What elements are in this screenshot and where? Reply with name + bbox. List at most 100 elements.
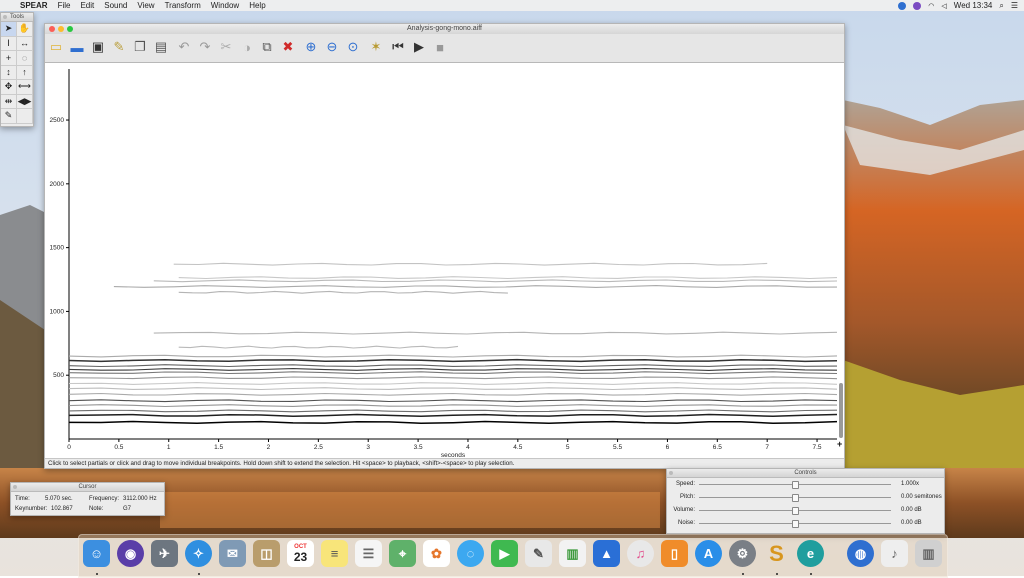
numbers-icon[interactable]: ▥ bbox=[559, 540, 586, 567]
books-icon[interactable]: ▯ bbox=[661, 540, 688, 567]
menu-spear[interactable]: SPEAR bbox=[20, 1, 48, 10]
undo-icon[interactable]: ↶ bbox=[176, 38, 192, 56]
export-icon[interactable]: ✎ bbox=[111, 38, 127, 56]
menu-view[interactable]: View bbox=[137, 1, 154, 10]
redo-icon[interactable]: ↷ bbox=[197, 38, 213, 56]
noise-slider[interactable] bbox=[699, 520, 891, 528]
compress-tool-icon[interactable]: ⇹ bbox=[1, 94, 17, 109]
notes-icon[interactable]: ≡ bbox=[321, 540, 348, 567]
spear-app-icon[interactable]: S bbox=[763, 540, 790, 567]
partial-track bbox=[68, 382, 838, 385]
controls-close-button[interactable] bbox=[669, 471, 673, 475]
open-folder-icon[interactable]: ▬ bbox=[69, 38, 85, 56]
partials-canvas[interactable]: 500 1000 1500 2000 2500 0 0.5 1 1.5 2 2.5 3 3.5 4 4.5 5… bbox=[45, 63, 844, 460]
system-preferences-icon[interactable]: ⚙ bbox=[729, 540, 756, 567]
status-app-icon-2[interactable] bbox=[913, 1, 922, 10]
siri-icon[interactable]: ◉ bbox=[117, 540, 144, 567]
speed-slider[interactable] bbox=[699, 481, 891, 489]
menu-clock[interactable]: Wed 13:34 bbox=[954, 1, 993, 10]
messages-icon[interactable]: ◌ bbox=[457, 540, 484, 567]
trash-icon[interactable]: ▥ bbox=[915, 540, 942, 567]
x-tick-label: 4 bbox=[466, 444, 470, 451]
empty-tool-slot bbox=[17, 109, 33, 124]
partial-track bbox=[153, 279, 838, 283]
launchpad-icon[interactable]: ✈ bbox=[151, 540, 178, 567]
maps-icon[interactable]: ⌖ bbox=[389, 540, 416, 567]
arrow-tool-icon[interactable]: ➤ bbox=[1, 22, 17, 37]
minimize-button[interactable] bbox=[58, 26, 64, 32]
range-select-tool-icon[interactable]: ↔ bbox=[17, 36, 33, 51]
zoom-out-icon[interactable]: ⊖ bbox=[324, 38, 340, 56]
menu-bar: SPEAR File Edit Sound View Transform Win… bbox=[0, 0, 1024, 11]
copy-icon[interactable]: ❐ bbox=[132, 38, 148, 56]
keynote-draw-icon[interactable]: ✎ bbox=[525, 540, 552, 567]
search-icon[interactable]: ⌕ bbox=[999, 1, 1003, 11]
noise-slider-knob[interactable] bbox=[792, 520, 799, 528]
menu-sound[interactable]: Sound bbox=[104, 1, 127, 10]
delete-icon[interactable]: ✖ bbox=[280, 38, 296, 56]
menu-help[interactable]: Help bbox=[249, 1, 265, 10]
menu-list-icon[interactable]: ☰ bbox=[1011, 1, 1018, 10]
app-store-icon[interactable]: A bbox=[695, 540, 722, 567]
cursor-title-bar: Cursor bbox=[11, 483, 164, 492]
facetime-icon[interactable]: ▶ bbox=[491, 540, 518, 567]
status-app-icon[interactable] bbox=[898, 1, 907, 10]
save-icon[interactable]: ▣ bbox=[90, 38, 106, 56]
keynote-icon[interactable]: ▲ bbox=[593, 540, 620, 567]
analysis-window: Analysis-gong-mono.aiff ▭ ▬ ▣ ✎ ❐ ▤ ↶ ↷ … bbox=[44, 23, 845, 469]
zoom-in-icon[interactable]: ⊕ bbox=[303, 38, 319, 56]
rewind-icon[interactable]: ⏮ bbox=[390, 38, 406, 56]
mail-icon[interactable]: ✉ bbox=[219, 540, 246, 567]
speed-label: Speed: bbox=[675, 481, 695, 487]
lasso-tool-icon[interactable]: ◌ bbox=[17, 51, 33, 66]
move-tool-icon[interactable]: ✥ bbox=[1, 80, 17, 95]
zoom-button[interactable] bbox=[67, 26, 73, 32]
x-tick-label: 2 bbox=[267, 444, 271, 451]
itunes-icon[interactable]: ♫ bbox=[627, 540, 654, 567]
cursor-title: Cursor bbox=[78, 484, 97, 490]
music-folder-icon[interactable]: ♪ bbox=[881, 540, 908, 567]
network-globe-icon[interactable]: ◍ bbox=[847, 540, 874, 567]
expand-tool-icon[interactable]: ◀▶ bbox=[17, 94, 33, 109]
pitch-slider[interactable] bbox=[699, 494, 891, 502]
new-document-icon[interactable]: ▭ bbox=[48, 38, 64, 56]
volume-slider[interactable] bbox=[699, 507, 891, 515]
partials-plot[interactable]: 500 1000 1500 2000 2500 0 0.5 1 1.5 2 2.5 3 3.5 4 4.5 5… bbox=[45, 63, 844, 460]
calendar-icon[interactable]: OCT 23 bbox=[287, 540, 314, 567]
close-button[interactable] bbox=[49, 26, 55, 32]
finder-icon[interactable]: ☺ bbox=[83, 540, 110, 567]
volume-slider-knob[interactable] bbox=[792, 507, 799, 515]
crop-icon[interactable]: ⧉ bbox=[259, 38, 275, 56]
x-tick-label: 7 bbox=[765, 444, 769, 451]
contacts-icon[interactable]: ◫ bbox=[253, 540, 280, 567]
magic-wand-icon[interactable]: ✶ bbox=[368, 38, 384, 56]
tools-close-button[interactable] bbox=[3, 15, 7, 19]
wifi-icon[interactable]: ◠ bbox=[928, 2, 934, 10]
plus-tool-icon[interactable]: + bbox=[1, 51, 17, 66]
time-select-tool-icon[interactable]: I bbox=[1, 36, 17, 51]
menu-window[interactable]: Window bbox=[211, 1, 239, 10]
hand-tool-icon[interactable]: ✋ bbox=[17, 22, 33, 37]
safari-icon[interactable]: ✧ bbox=[185, 540, 212, 567]
pitch-slider-knob[interactable] bbox=[792, 494, 799, 502]
cut-icon[interactable]: ✂ bbox=[218, 38, 234, 56]
pencil-tool-icon[interactable]: ✎ bbox=[1, 109, 17, 124]
menu-edit[interactable]: Edit bbox=[80, 1, 94, 10]
speed-slider-knob[interactable] bbox=[792, 481, 799, 489]
menu-file[interactable]: File bbox=[58, 1, 71, 10]
vertical-arrow-tool-icon[interactable]: ↕ bbox=[1, 65, 17, 80]
paste-icon[interactable]: ▤ bbox=[153, 38, 169, 56]
horizontal-tool-icon[interactable]: ⟷ bbox=[17, 80, 33, 95]
up-arrow-tool-icon[interactable]: ↑ bbox=[17, 65, 33, 80]
stop-icon[interactable]: ■ bbox=[432, 38, 448, 56]
photos-icon[interactable]: ✿ bbox=[423, 540, 450, 567]
cursor-close-button[interactable] bbox=[13, 485, 17, 489]
reminders-icon[interactable]: ☰ bbox=[355, 540, 382, 567]
duplicate-icon[interactable]: ◑ bbox=[239, 38, 255, 56]
eset-icon[interactable]: e bbox=[797, 540, 824, 567]
menu-transform[interactable]: Transform bbox=[165, 1, 201, 10]
zoom-actual-size-icon[interactable]: ⊙ bbox=[345, 38, 361, 56]
play-icon[interactable]: ▶ bbox=[411, 38, 427, 56]
partial-track bbox=[68, 387, 838, 391]
volume-icon[interactable]: ◁ bbox=[941, 2, 946, 10]
